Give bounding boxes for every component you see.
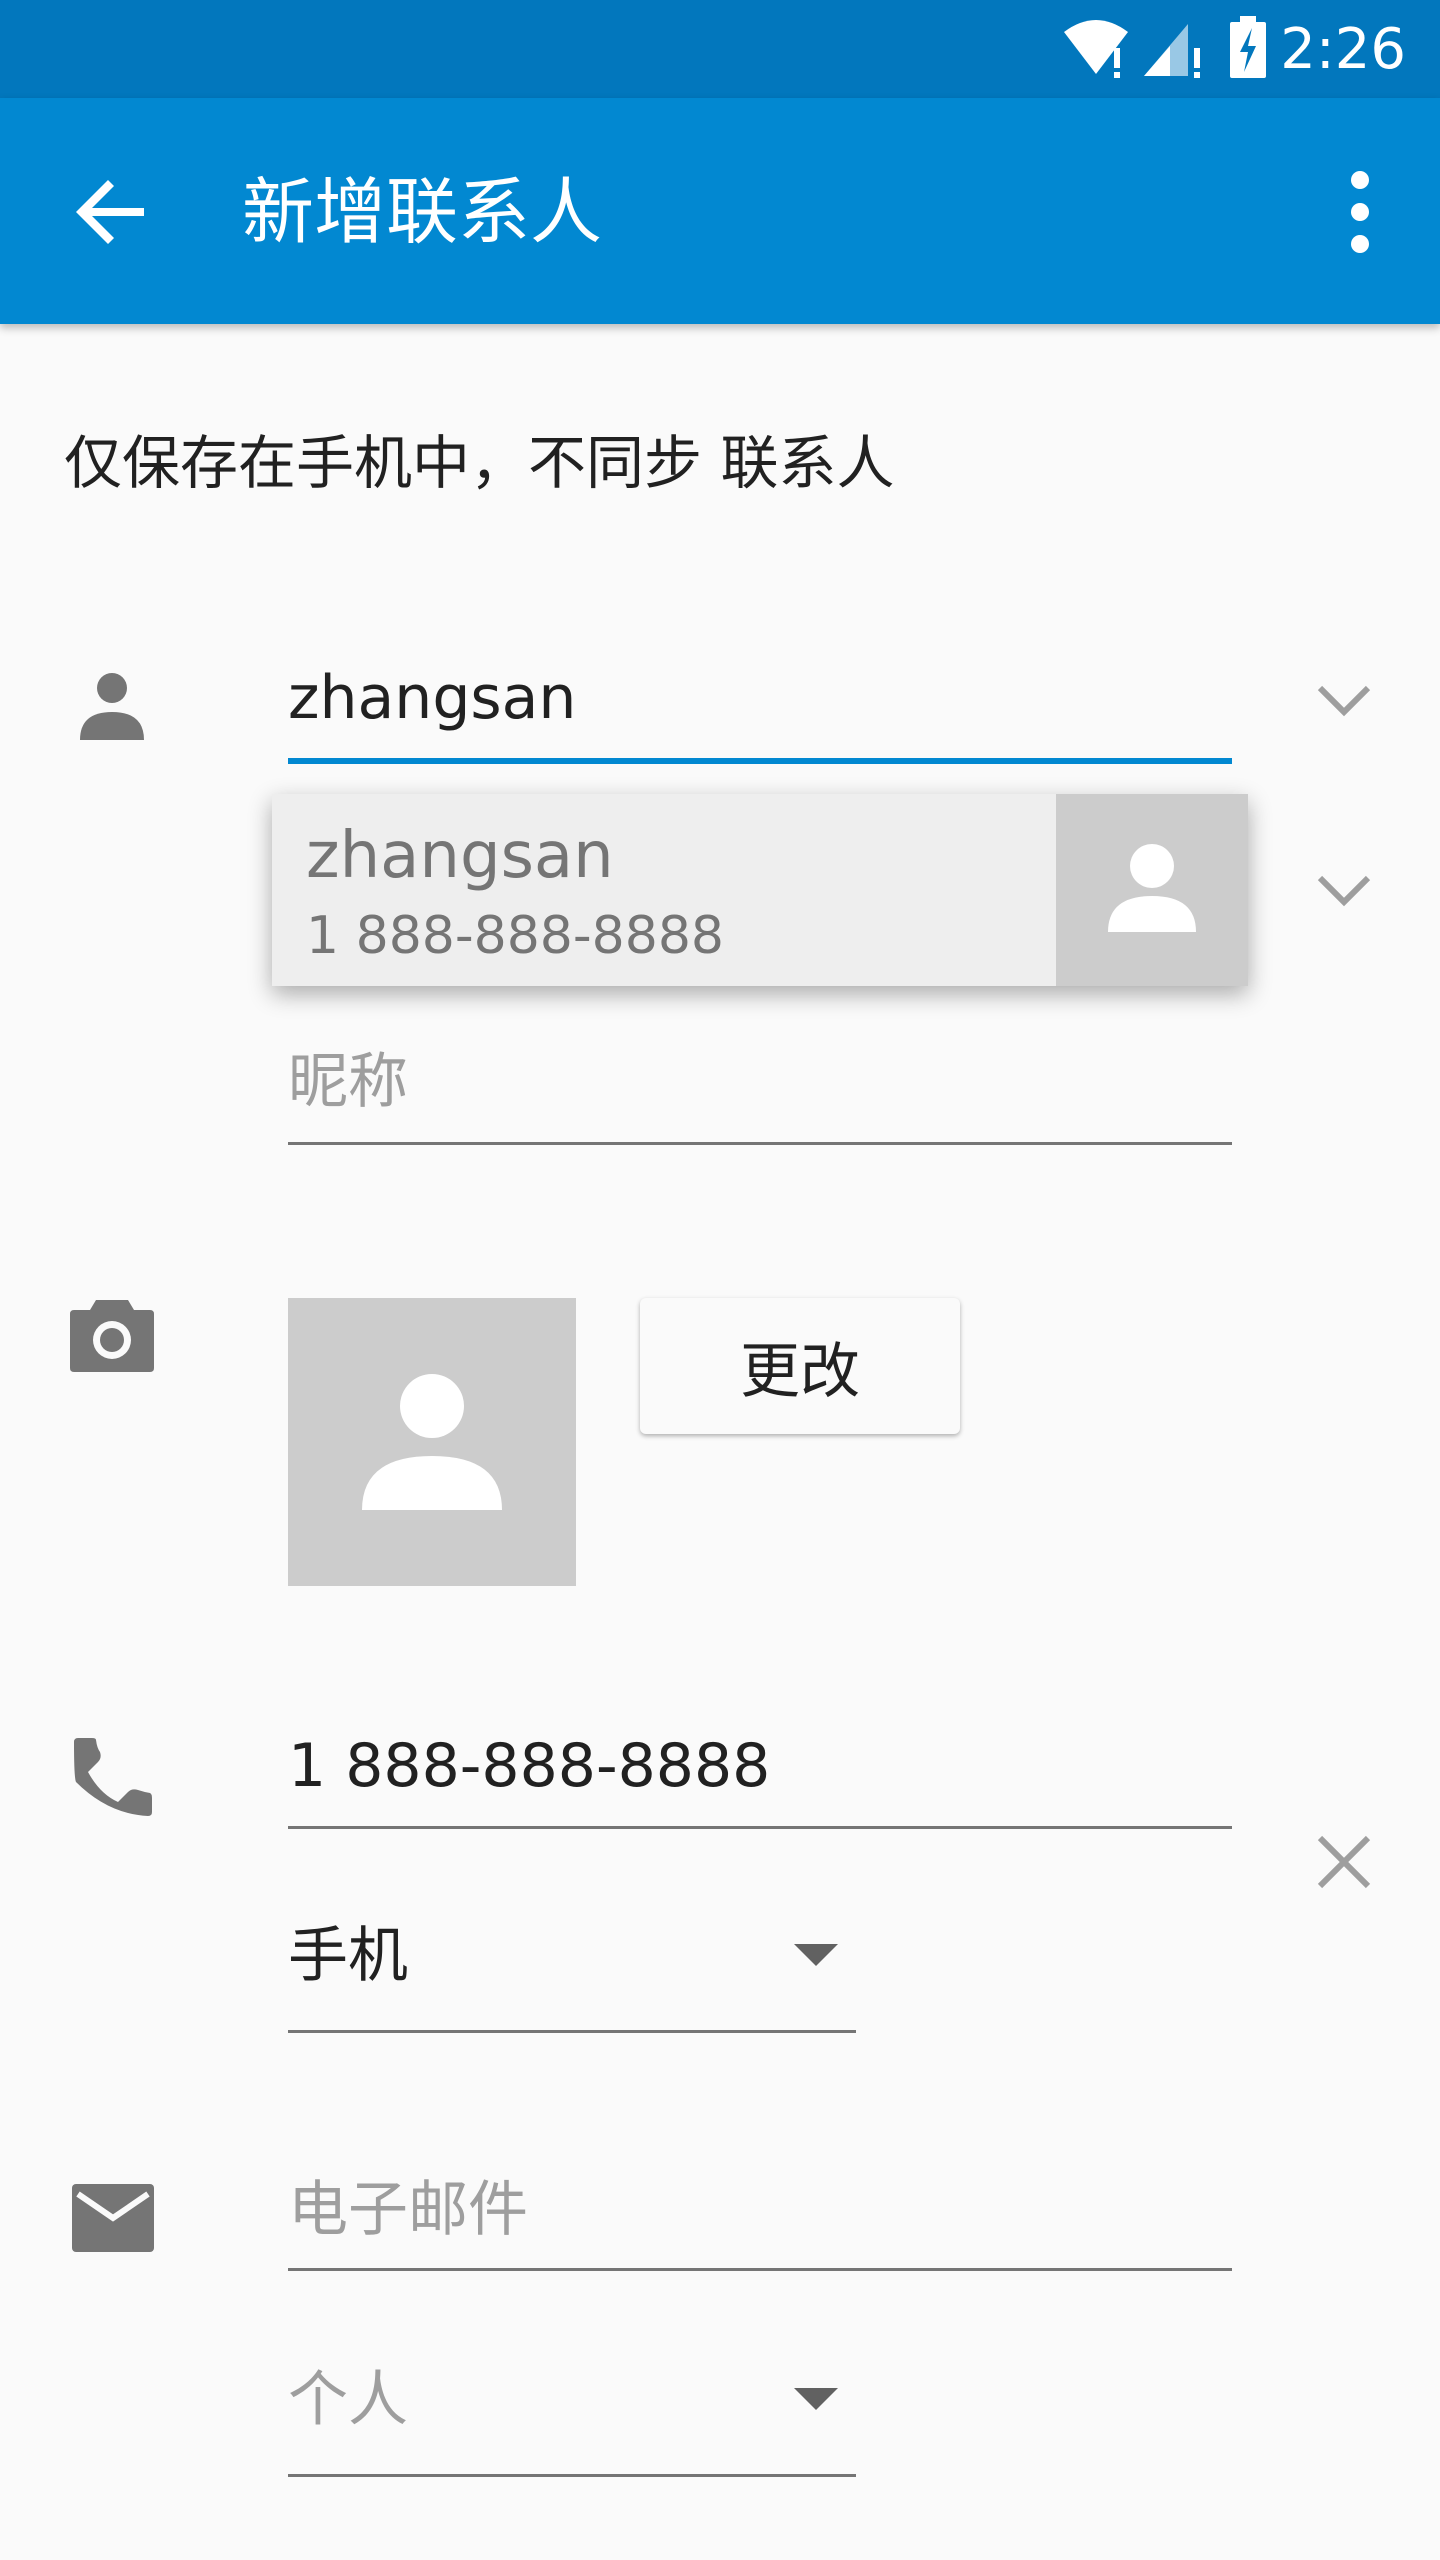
dropdown-arrow-icon xyxy=(794,1944,838,1966)
email-field-underline xyxy=(288,2268,1232,2271)
nickname-field-underline xyxy=(288,1142,1232,1145)
close-icon[interactable] xyxy=(1316,1834,1372,1890)
page-title: 新增联系人 xyxy=(242,170,603,254)
contact-suggestion[interactable]: zhangsan 1 888-888-8888 xyxy=(272,794,1248,986)
status-bar: 2:26 xyxy=(0,0,1440,98)
camera-icon xyxy=(70,1300,154,1372)
person-icon xyxy=(80,673,144,740)
email-type-underline xyxy=(288,2474,856,2477)
app-bar: 新增联系人 xyxy=(0,98,1440,324)
email-field[interactable]: 电子邮件 xyxy=(288,2172,528,2248)
person-icon xyxy=(1108,844,1196,932)
suggestion-name: zhangsan xyxy=(306,819,614,893)
suggestion-phone: 1 888-888-8888 xyxy=(306,906,724,966)
dropdown-arrow-icon xyxy=(794,2388,838,2410)
nickname-field[interactable]: 昵称 xyxy=(288,1044,408,1120)
phone-type-select[interactable]: 手机 xyxy=(288,1918,408,1994)
name-field[interactable]: zhangsan xyxy=(288,660,576,736)
phone-field-underline xyxy=(288,1826,1232,1829)
person-icon xyxy=(362,1374,502,1510)
battery-charging-icon xyxy=(1230,16,1266,78)
phone-field[interactable]: 1 888-888-8888 xyxy=(288,1728,770,1804)
name-field-underline xyxy=(288,758,1232,764)
more-vert-icon[interactable] xyxy=(1312,162,1408,262)
email-icon xyxy=(72,2184,154,2252)
phone-type-underline xyxy=(288,2030,856,2033)
clock: 2:26 xyxy=(1280,17,1406,82)
arrow-back-icon[interactable] xyxy=(70,170,154,254)
wifi-icon xyxy=(1064,20,1128,78)
suggestion-avatar xyxy=(1056,794,1248,986)
chevron-down-icon[interactable] xyxy=(1314,680,1374,720)
phone-icon xyxy=(74,1738,152,1816)
account-note: 仅保存在手机中，不同步 联系人 xyxy=(64,429,895,497)
change-photo-button[interactable]: 更改 xyxy=(640,1298,960,1434)
chevron-down-icon[interactable] xyxy=(1314,870,1374,910)
contact-photo[interactable] xyxy=(288,1298,576,1586)
email-type-select[interactable]: 个人 xyxy=(288,2362,408,2438)
signal-icon xyxy=(1144,24,1200,78)
